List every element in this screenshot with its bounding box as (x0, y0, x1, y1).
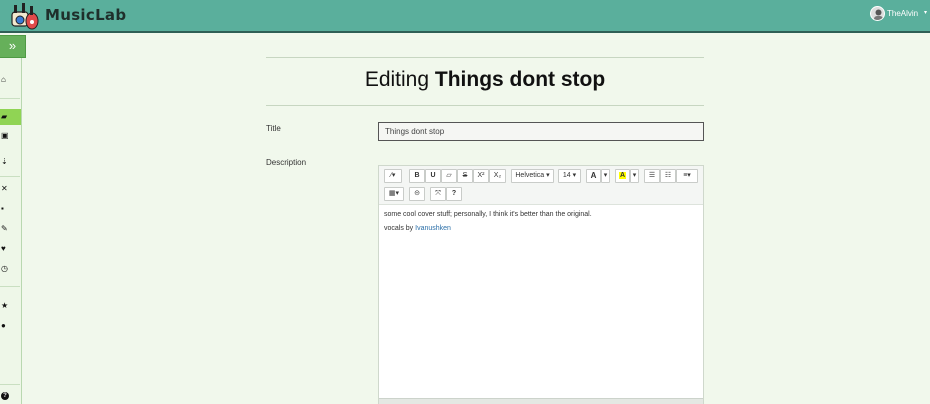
page-title-name: Things dont stop (434, 68, 606, 91)
top-navbar: MusicLab TheAlvin ▾ (0, 0, 930, 33)
divider (266, 57, 704, 58)
divider (266, 105, 704, 106)
sidebar-toggle-button[interactable]: » (0, 35, 26, 58)
description-paragraph: vocals by Ivanushken (384, 225, 698, 232)
page-title: Editing Things dont stop (266, 68, 704, 92)
star-icon[interactable]: ★ (0, 298, 21, 314)
home-icon[interactable]: ⌂ (0, 72, 21, 88)
pencil-icon[interactable]: ✎ (0, 221, 21, 237)
font-size-dropdown[interactable]: 14 ▾ (558, 169, 581, 183)
vocals-by-text: vocals by (384, 225, 414, 232)
title-input[interactable]: Things dont stop (378, 122, 704, 141)
highlight-button[interactable]: A (615, 169, 630, 183)
table-dropdown[interactable]: ▦▾ (384, 187, 404, 201)
close-icon[interactable]: ✕ (0, 181, 21, 197)
subscript-button[interactable]: X₂ (489, 169, 506, 183)
sidebar: » (0, 35, 26, 404)
text-color-dropdown[interactable]: ▾ (601, 169, 610, 183)
brand-name[interactable]: MusicLab (45, 6, 126, 24)
superscript-button[interactable]: X² (473, 169, 489, 183)
musiclab-logo-icon[interactable] (8, 2, 40, 32)
sort-numeric-icon[interactable]: ⇣ (0, 154, 21, 170)
magic-wand-dropdown[interactable]: ⁄▾ (384, 169, 402, 183)
highlight-dropdown[interactable]: ▾ (630, 169, 639, 183)
fullscreen-button[interactable]: ⤧ (430, 187, 446, 201)
plus-square-icon[interactable]: ▣ (0, 128, 21, 144)
folder-open-icon[interactable]: ▰ (0, 109, 21, 125)
description-paragraph: some cool cover stuff; personally, I thi… (384, 211, 592, 218)
highlight-letter: A (618, 172, 627, 179)
editor-toolbar: ⁄▾ B U ▱ S X² X₂ Helvetica ▾ 14 ▾ A ▾ A … (379, 166, 703, 205)
underline-button[interactable]: U (425, 169, 441, 183)
chevron-down-icon[interactable]: ▾ (924, 9, 927, 16)
ordered-list-button[interactable]: ☷ (660, 169, 676, 183)
text-color-button[interactable]: A (586, 169, 601, 183)
avatar[interactable] (870, 6, 885, 21)
editor-help-button[interactable]: ? (446, 187, 462, 201)
description-editor[interactable]: ⁄▾ B U ▱ S X² X₂ Helvetica ▾ 14 ▾ A ▾ A … (378, 165, 704, 404)
page-title-prefix: Editing (364, 68, 430, 91)
font-family-dropdown[interactable]: Helvetica ▾ (511, 169, 554, 183)
comment-icon[interactable]: ● (0, 318, 21, 334)
paragraph-align-dropdown[interactable]: ≡▾ (676, 169, 698, 183)
sidebar-divider (0, 98, 20, 99)
vocalist-link[interactable]: Ivanushken (415, 225, 451, 232)
sidebar-divider (0, 176, 20, 177)
editor-resize-bar[interactable] (379, 398, 703, 404)
help-icon[interactable]: ? (1, 392, 9, 400)
link-button[interactable]: ⊝ (409, 187, 425, 201)
title-label: Title (266, 124, 281, 133)
heart-icon[interactable]: ♥ (0, 241, 21, 257)
strikethrough-button[interactable]: S (457, 169, 473, 183)
bold-button[interactable]: B (409, 169, 425, 183)
unordered-list-button[interactable]: ☰ (644, 169, 660, 183)
editor-content[interactable]: some cool cover stuff; personally, I thi… (384, 211, 698, 239)
clock-icon[interactable]: ◷ (0, 261, 21, 277)
sidebar-divider (0, 384, 20, 385)
eraser-button[interactable]: ▱ (441, 169, 457, 183)
sidebar-divider (0, 286, 20, 287)
lock-icon[interactable]: ▪ (0, 201, 21, 217)
user-menu[interactable]: TheAlvin ▾ (870, 5, 930, 25)
description-label: Description (266, 158, 307, 167)
username[interactable]: TheAlvin (887, 9, 918, 18)
